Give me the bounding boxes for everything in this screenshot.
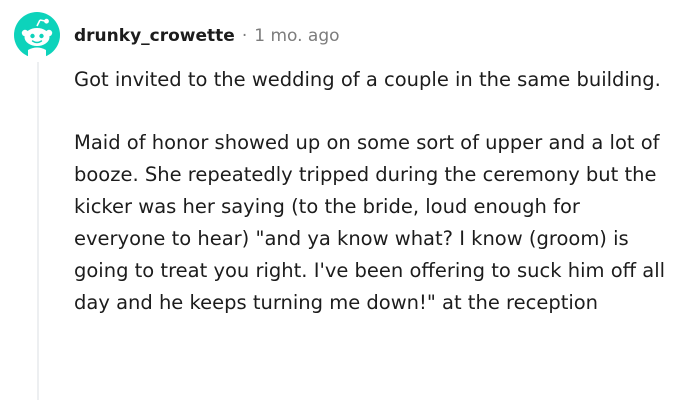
- username[interactable]: drunky_crowette: [74, 26, 235, 46]
- comment-paragraph: Got invited to the wedding of a couple i…: [74, 68, 661, 91]
- meta-separator: ·: [241, 26, 248, 46]
- comment-header: drunky_crowette · 1 mo. ago: [74, 22, 340, 50]
- comment-body: Got invited to the wedding of a couple i…: [74, 64, 674, 319]
- timestamp[interactable]: 1 mo. ago: [254, 26, 339, 46]
- snoo-avatar-icon[interactable]: [14, 12, 60, 58]
- comment: drunky_crowette · 1 mo. ago Got invited …: [0, 0, 700, 400]
- thread-line[interactable]: [37, 62, 39, 400]
- comment-paragraph: Maid of honor showed up on some sort of …: [74, 131, 666, 314]
